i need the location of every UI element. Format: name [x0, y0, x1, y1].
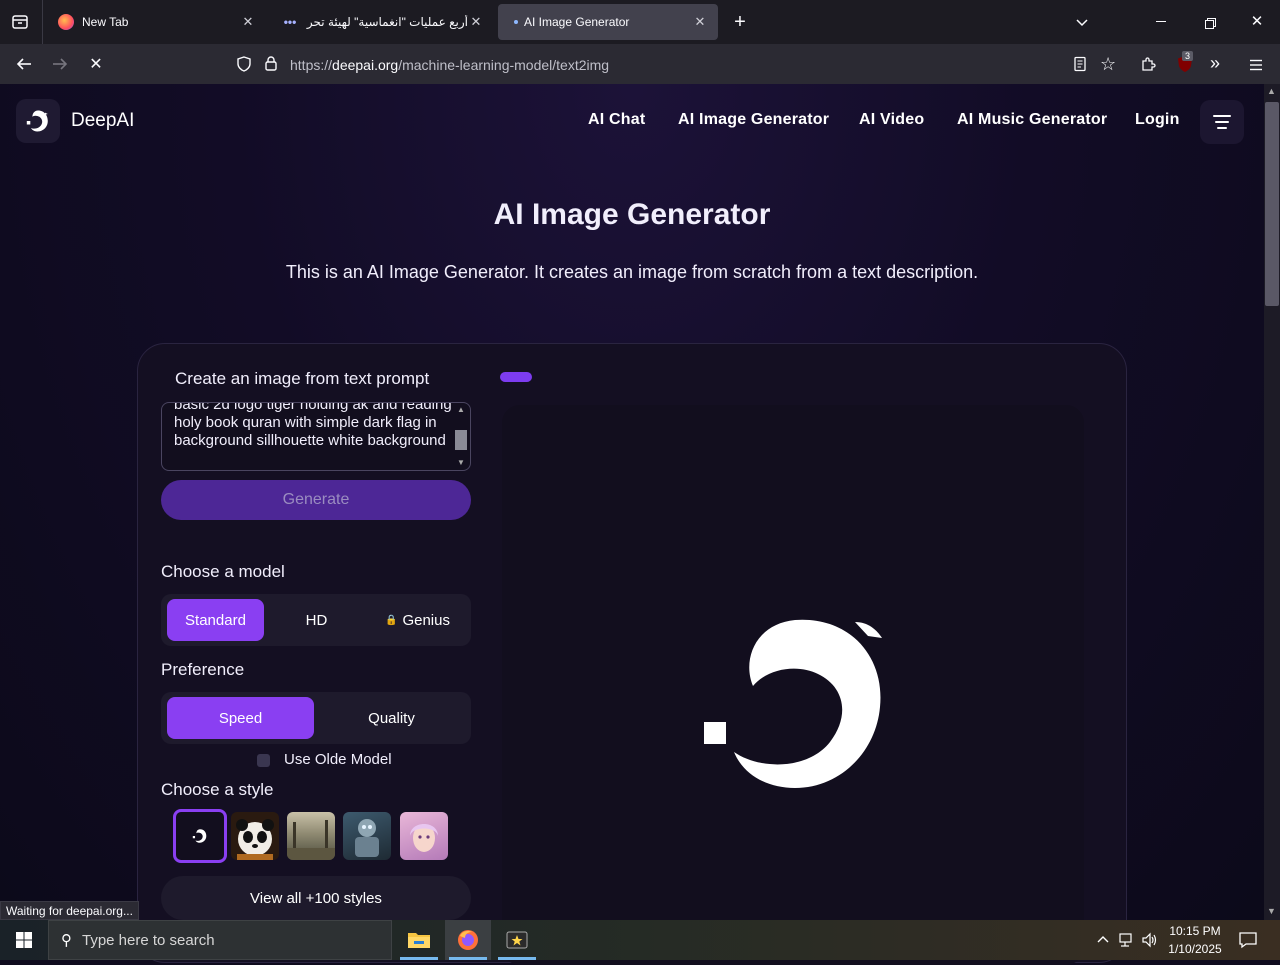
overflow-chevrons-icon[interactable]: »: [1210, 54, 1228, 72]
scroll-down-arrow-icon[interactable]: ▼: [457, 458, 465, 467]
prompt-scrollbar[interactable]: ▲ ▼: [454, 405, 468, 468]
model-genius-label: Genius: [402, 611, 450, 629]
restore-icon[interactable]: [1205, 16, 1216, 29]
page-title: AI Image Generator: [493, 198, 771, 231]
model-hd-button[interactable]: HD: [268, 599, 365, 641]
style-thumbnail-panda[interactable]: [231, 812, 279, 860]
windows-start-icon[interactable]: [16, 932, 32, 948]
volume-icon[interactable]: [1141, 931, 1159, 949]
tab-ai-image-generator[interactable]: AI Image Generator ✕: [498, 4, 718, 40]
site-brand[interactable]: DeepAI: [71, 110, 134, 132]
extensions-puzzle-icon[interactable]: [1140, 56, 1156, 72]
url-text[interactable]: https://deepai.org/machine-learning-mode…: [290, 57, 609, 73]
deepai-logo-icon: [192, 829, 207, 843]
view-all-styles-button[interactable]: View all +100 styles: [161, 876, 471, 920]
prompt-text[interactable]: basic 2d logo tiger holding ak and readi…: [174, 403, 454, 450]
clock-date: 1/10/2025: [1168, 942, 1222, 956]
forward-arrow-icon[interactable]: [48, 52, 72, 76]
new-tab-plus-icon[interactable]: +: [730, 12, 750, 32]
network-icon[interactable]: [1118, 931, 1136, 949]
prompt-textarea[interactable]: basic 2d logo tiger holding ak and readi…: [161, 402, 471, 471]
tracking-shield-icon[interactable]: [236, 56, 252, 72]
close-tab-icon[interactable]: ✕: [692, 14, 708, 30]
model-genius-button[interactable]: 🔒 Genius: [369, 599, 466, 641]
hamburger-line: [1213, 115, 1231, 117]
nav-ai-music-generator[interactable]: AI Music Generator: [957, 111, 1107, 129]
close-window-icon[interactable]: ✕: [1250, 14, 1264, 29]
hamburger-line: [1215, 121, 1229, 123]
list-all-tabs-chevron-icon[interactable]: [1072, 12, 1092, 32]
tray-chevron-up-icon[interactable]: [1095, 931, 1111, 947]
firefox-taskbar-icon[interactable]: [445, 920, 491, 960]
prompt-scrollbar-thumb[interactable]: [455, 430, 467, 450]
scroll-up-arrow-icon[interactable]: ▲: [457, 405, 465, 414]
stop-loading-icon[interactable]: ✕: [84, 52, 108, 76]
landscape-image: [287, 820, 335, 860]
app-menu-icon[interactable]: [1249, 58, 1263, 71]
style-thumbnail-robot[interactable]: [343, 812, 391, 860]
old-model-checkbox[interactable]: [257, 754, 270, 767]
panda-image: [236, 819, 274, 860]
taskbar-search-box[interactable]: ⚲ Type here to search: [48, 920, 392, 960]
model-standard-button[interactable]: Standard: [167, 599, 264, 641]
clock-time: 10:15 PM: [1169, 924, 1221, 938]
scroll-up-arrow-icon[interactable]: ▲: [1267, 86, 1276, 96]
tab-title: AI Image Generator: [524, 15, 630, 29]
tab-divider: [42, 0, 43, 44]
firefox-icon: [58, 14, 74, 30]
close-tab-icon[interactable]: ✕: [468, 14, 484, 30]
preference-speed-button[interactable]: Speed: [167, 697, 314, 739]
tab-title: أربع عمليات "انغماسية" لهيئة تحر: [306, 15, 468, 29]
nav-ai-chat[interactable]: AI Chat: [588, 111, 645, 129]
style-thumbnail-default[interactable]: [173, 809, 227, 863]
back-arrow-icon[interactable]: [12, 52, 36, 76]
page-scrollbar-thumb[interactable]: [1265, 102, 1279, 306]
browser-status-text: Waiting for deepai.org...: [0, 901, 139, 920]
portrait-image: [410, 824, 438, 852]
file-explorer-icon[interactable]: [396, 920, 442, 960]
preference-quality-button[interactable]: Quality: [318, 697, 465, 739]
scroll-down-arrow-icon[interactable]: ▼: [1267, 906, 1276, 916]
nav-login[interactable]: Login: [1135, 111, 1180, 129]
search-icon: ⚲: [61, 932, 72, 949]
preference-heading: Preference: [161, 660, 245, 679]
extension-badge: 3: [1182, 51, 1194, 61]
progress-pill: [500, 372, 532, 382]
media-app-icon[interactable]: [494, 920, 540, 960]
minimize-icon[interactable]: [1156, 21, 1166, 22]
style-heading: Choose a style: [161, 780, 274, 799]
prompt-heading: Create an image from text prompt: [175, 369, 430, 388]
tab-new-tab[interactable]: New Tab ✕: [48, 4, 266, 40]
generate-button[interactable]: Generate: [161, 480, 471, 520]
tab-title: New Tab: [82, 15, 129, 29]
lock-icon[interactable]: [263, 55, 279, 72]
lock-icon: 🔒: [385, 614, 398, 626]
loading-dot-icon: [514, 20, 518, 24]
tab-list-icon[interactable]: [10, 12, 30, 32]
deepai-logo-icon[interactable]: [16, 99, 60, 143]
style-thumbnail-landscape[interactable]: [287, 812, 335, 860]
nav-ai-image-generator[interactable]: AI Image Generator: [678, 111, 829, 129]
hamburger-line: [1217, 127, 1227, 129]
robot-image: [355, 819, 379, 857]
tab-news[interactable]: ••• أربع عمليات "انغماسية" لهيئة تحر ✕: [272, 4, 494, 40]
page-subtitle: This is an AI Image Generator. It create…: [285, 262, 979, 282]
tab-favicon-icon: •••: [283, 15, 297, 29]
model-heading: Choose a model: [161, 562, 285, 581]
nav-ai-video[interactable]: AI Video: [859, 111, 924, 129]
close-tab-icon[interactable]: ✕: [240, 14, 256, 30]
taskbar-clock[interactable]: 10:15 PM 1/10/2025: [1160, 922, 1230, 958]
deepai-placeholder-logo-icon: [700, 612, 890, 792]
taskbar-search-placeholder: Type here to search: [82, 931, 215, 949]
notifications-icon[interactable]: [1238, 930, 1258, 950]
style-thumbnail-portrait[interactable]: [400, 812, 448, 860]
reader-view-icon[interactable]: [1072, 56, 1088, 72]
old-model-label[interactable]: Use Olde Model: [284, 751, 392, 768]
hamburger-menu-icon[interactable]: [1200, 100, 1244, 144]
bookmark-star-icon[interactable]: ☆: [1100, 55, 1118, 73]
